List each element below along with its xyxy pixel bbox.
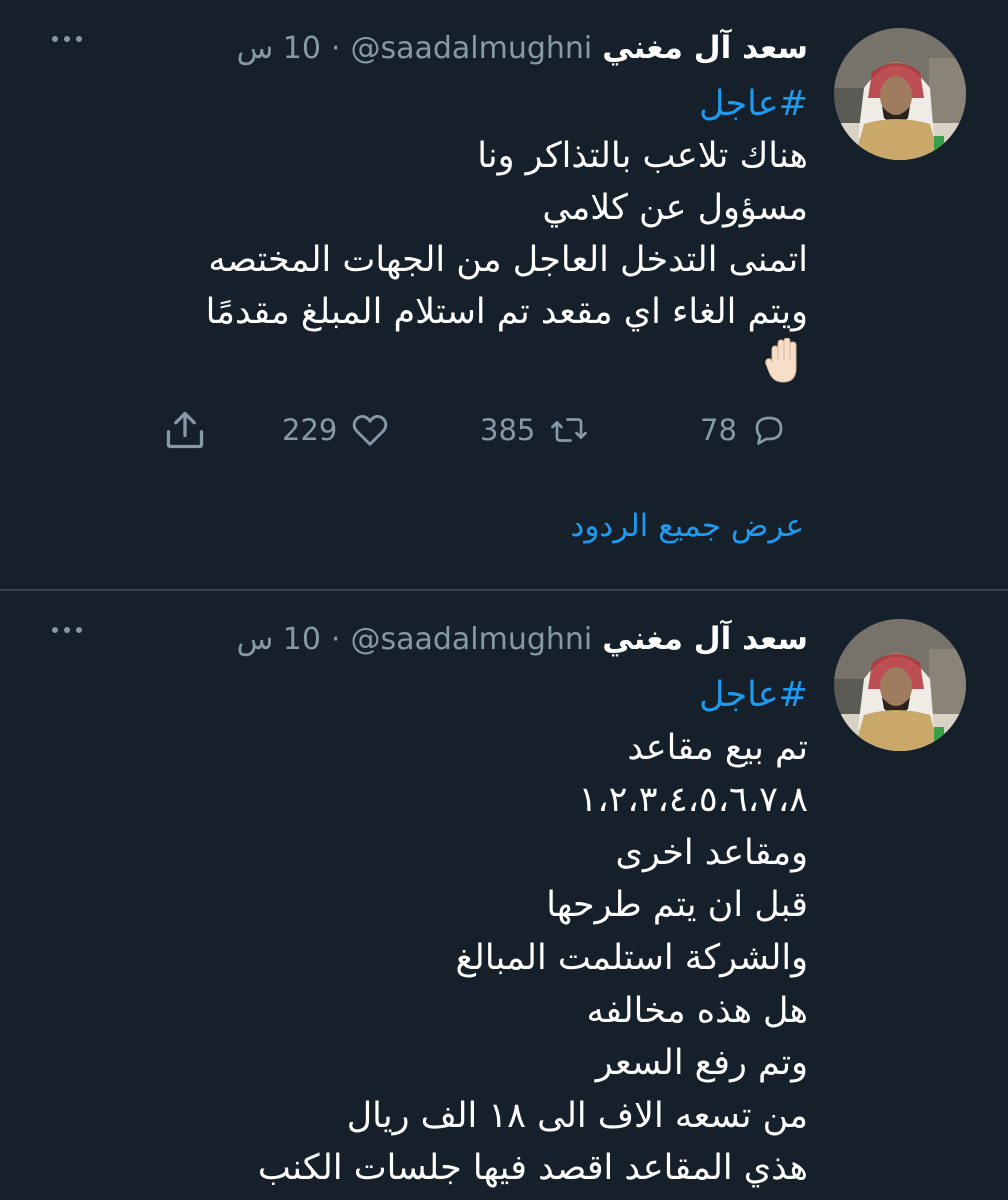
tweet-line: هذي المقاعد اقصد فيها جلسات الكنب [257, 1148, 808, 1189]
separator-dot: · [330, 30, 341, 66]
avatar-photo [834, 619, 966, 751]
tweet-line: وتم رفع السعر [595, 1043, 808, 1084]
share-upload-icon [166, 411, 204, 449]
tweet-line: مسؤول عن كلامي [542, 188, 808, 228]
raised-hand-emoji [108, 337, 808, 390]
reply-count: 78 [700, 413, 737, 447]
retweet-count: 385 [480, 413, 536, 447]
like-count: 229 [282, 413, 338, 447]
separator-dot: · [330, 621, 341, 657]
heart-icon [353, 415, 388, 446]
tweet-card[interactable]: سعد آل مغني @saadalmughni · 10 س #عاجل ت… [0, 591, 1008, 1200]
tweet-header: سعد آل مغني @saadalmughni · 10 س [237, 617, 808, 661]
user-handle[interactable]: @saadalmughni [350, 31, 592, 66]
display-name[interactable]: سعد آل مغني [602, 30, 808, 66]
avatar[interactable] [834, 28, 966, 160]
show-all-replies-link[interactable]: عرض جميع الردود [571, 508, 804, 544]
hashtag-link[interactable]: #عاجل [108, 78, 808, 130]
tweet-text: #عاجل تم بيع مقاعد ١،٢،٣،٤،٥،٦،٧،٨ ومقاع… [108, 669, 808, 1195]
timestamp[interactable]: 10 س [237, 31, 321, 66]
timestamp[interactable]: 10 س [237, 622, 321, 657]
tweet-card[interactable]: سعد آل مغني @saadalmughni · 10 س #عاجل ه… [0, 0, 1008, 590]
display-name[interactable]: سعد آل مغني [602, 621, 808, 657]
more-dots-icon[interactable] [52, 36, 82, 42]
avatar-photo [834, 28, 966, 160]
retweet-icon [551, 418, 588, 442]
tweet-line: ١،٢،٣،٤،٥،٦،٧،٨ [578, 780, 808, 821]
tweet-line: والشركة استلمت المبالغ [455, 937, 808, 978]
retweet-button[interactable]: 385 [480, 402, 589, 458]
reply-bubble-icon [755, 416, 783, 445]
tweet-header: سعد آل مغني @saadalmughni · 10 س [237, 26, 808, 70]
tweet-line: هل هذه مخالفه [586, 990, 808, 1031]
tweet-line: قبل ان يتم طرحها [546, 885, 808, 926]
like-button[interactable]: 229 [282, 402, 389, 458]
tweet-actions: 78 385 229 [0, 402, 1008, 458]
hashtag-link[interactable]: #عاجل [108, 669, 808, 722]
tweet-line: ومقاعد اخرى [615, 832, 808, 873]
avatar[interactable] [834, 619, 966, 751]
reply-button[interactable]: 78 [700, 402, 787, 458]
tweet-line: من تسعه الاف الى ١٨ الف ريال [346, 1095, 808, 1136]
user-handle[interactable]: @saadalmughni [350, 622, 592, 657]
tweet-feed: سعد آل مغني @saadalmughni · 10 س #عاجل ه… [0, 0, 1008, 1200]
tweet-line: هناك تلاعب بالتذاكر ونا [477, 136, 808, 176]
tweet-line: ويتم الغاء اي مقعد تم استلام المبلغ مقدم… [205, 292, 808, 332]
tweet-line: تم بيع مقاعد [627, 727, 808, 768]
tweet-text: #عاجل هناك تلاعب بالتذاكر ونا مسؤول عن ك… [108, 78, 808, 390]
share-button[interactable] [160, 402, 210, 458]
more-dots-icon[interactable] [52, 627, 82, 633]
tweet-line: اتمنى التدخل العاجل من الجهات المختصه [208, 240, 808, 280]
